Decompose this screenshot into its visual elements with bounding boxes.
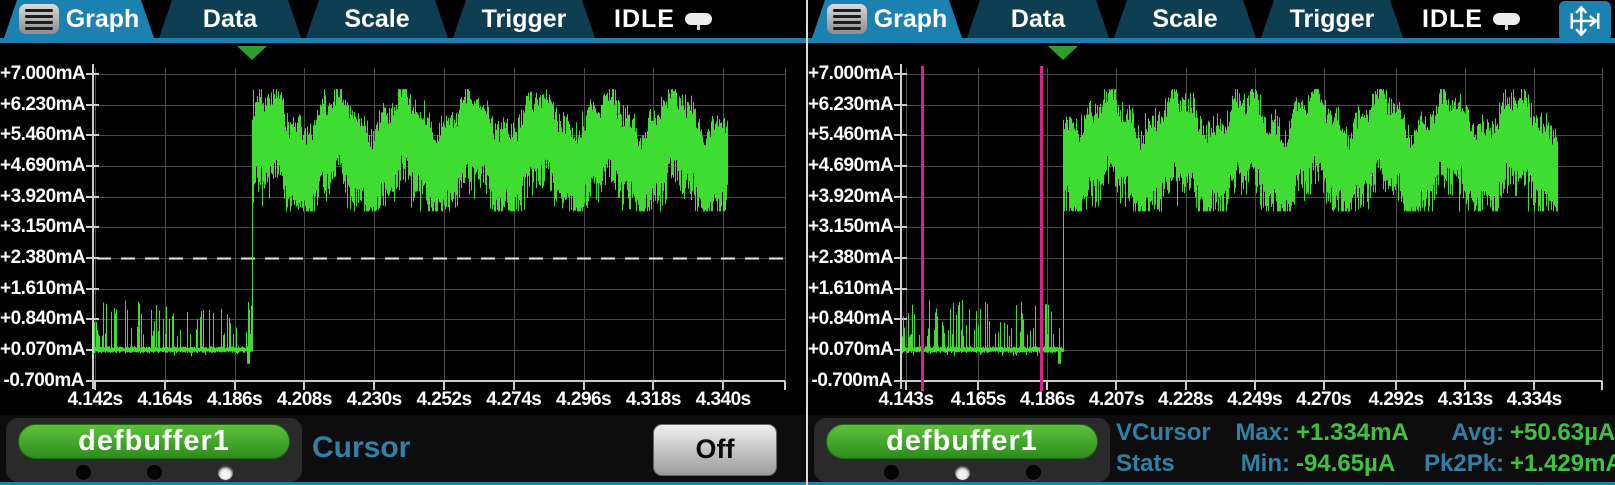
max-label: Max: bbox=[1230, 418, 1290, 448]
tab-graph-label: Graph bbox=[66, 0, 140, 38]
x-axis-tick-label: 4.340s bbox=[678, 389, 768, 411]
dual-instrument-screenshot: Graph Data Scale Trigger IDLE defbuffer1… bbox=[0, 0, 1615, 485]
cursor-stats-readout: VCursor Max: +1.334mA Avg: +50.63µA Stat… bbox=[1116, 418, 1615, 479]
tab-trigger[interactable]: Trigger bbox=[453, 0, 595, 38]
y-axis-tick-label: +3.150mA bbox=[0, 216, 84, 238]
tab-bar: Graph Data Scale Trigger IDLE bbox=[0, 0, 806, 43]
output-off-icon bbox=[685, 13, 712, 25]
swipe-page-dots[interactable] bbox=[6, 465, 302, 480]
y-axis-tick-label: +3.150mA bbox=[808, 216, 892, 238]
output-off-icon bbox=[1493, 13, 1520, 25]
y-axis-tick-label: +6.230mA bbox=[0, 94, 84, 116]
avg-label: Avg: bbox=[1424, 418, 1504, 448]
tab-trigger[interactable]: Trigger bbox=[1261, 0, 1403, 38]
trigger-state-indicator: IDLE bbox=[614, 0, 712, 38]
x-axis-tick-label: 4.334s bbox=[1489, 389, 1579, 411]
y-axis-tick-label: +0.070mA bbox=[808, 339, 892, 361]
avg-value: +50.63µA bbox=[1506, 418, 1615, 448]
swipe-bar: defbuffer1 Cursor Off bbox=[0, 415, 806, 485]
y-axis-tick-label: +5.460mA bbox=[808, 124, 892, 146]
y-axis-tick-label: +1.610mA bbox=[0, 278, 84, 300]
trigger-state-indicator: IDLE bbox=[1422, 0, 1520, 38]
cursor-off-button[interactable]: Off bbox=[653, 424, 777, 476]
y-axis-tick-label: +0.070mA bbox=[0, 339, 84, 361]
y-axis-tick-label: +7.000mA bbox=[0, 63, 84, 85]
tab-scale[interactable]: Scale bbox=[1114, 0, 1256, 38]
y-axis-tick-label: +3.920mA bbox=[0, 186, 84, 208]
y-axis-tick-label: +7.000mA bbox=[808, 63, 892, 85]
y-axis-tick-label: +0.840mA bbox=[0, 308, 84, 330]
graph-plot-canvas[interactable] bbox=[0, 0, 806, 415]
pk2pk-value: +1.429mA bbox=[1506, 449, 1615, 479]
buffer-name-button[interactable]: defbuffer1 bbox=[18, 424, 290, 459]
page-dot[interactable] bbox=[955, 465, 970, 480]
y-axis-tick-label: +3.920mA bbox=[808, 186, 892, 208]
hamburger-menu-icon[interactable] bbox=[19, 4, 59, 34]
swipe-bar: defbuffer1 VCursor Max: +1.334mA Avg: +5… bbox=[808, 415, 1615, 485]
y-axis-tick-label: +1.610mA bbox=[808, 278, 892, 300]
trigger-position-marker-icon bbox=[1048, 46, 1078, 60]
tab-graph[interactable]: Graph bbox=[4, 0, 154, 38]
page-dot[interactable] bbox=[1026, 465, 1041, 480]
buffer-selector[interactable]: defbuffer1 bbox=[814, 418, 1110, 482]
swipe-screen-title: Cursor bbox=[312, 431, 410, 465]
buffer-selector[interactable]: defbuffer1 bbox=[6, 418, 302, 482]
trigger-position-marker-icon bbox=[237, 46, 267, 60]
pk2pk-label: Pk2Pk: bbox=[1424, 449, 1504, 479]
page-dot[interactable] bbox=[147, 465, 162, 480]
tab-data[interactable]: Data bbox=[967, 0, 1109, 38]
buffer-name-button[interactable]: defbuffer1 bbox=[826, 424, 1098, 459]
hamburger-menu-icon[interactable] bbox=[827, 4, 867, 34]
graph-pan-zoom-button[interactable] bbox=[1559, 1, 1611, 41]
stats-group-label: VCursor bbox=[1116, 418, 1228, 448]
tab-graph-label: Graph bbox=[874, 0, 948, 38]
pan-zoom-crosshair-icon bbox=[1566, 4, 1604, 38]
y-axis-tick-label: +0.840mA bbox=[808, 308, 892, 330]
y-axis-tick-label: +6.230mA bbox=[808, 94, 892, 116]
min-label: Min: bbox=[1230, 449, 1290, 479]
tab-bar: Graph Data Scale Trigger IDLE bbox=[808, 0, 1615, 43]
page-dot[interactable] bbox=[884, 465, 899, 480]
tab-scale[interactable]: Scale bbox=[306, 0, 448, 38]
graph-plot-canvas[interactable] bbox=[808, 0, 1615, 415]
tab-graph[interactable]: Graph bbox=[812, 0, 962, 38]
y-axis-tick-label: +5.460mA bbox=[0, 124, 84, 146]
stats-group-label: Stats bbox=[1116, 449, 1228, 479]
y-axis-tick-label: +2.380mA bbox=[0, 247, 84, 269]
y-axis-tick-label: +2.380mA bbox=[808, 247, 892, 269]
swipe-page-dots[interactable] bbox=[814, 465, 1110, 480]
page-dot[interactable] bbox=[76, 465, 91, 480]
min-value: -94.65µA bbox=[1292, 449, 1408, 479]
trigger-state-label: IDLE bbox=[1422, 5, 1483, 34]
right-instrument-screen: Graph Data Scale Trigger IDLE defbuffer1 bbox=[808, 0, 1615, 485]
max-value: +1.334mA bbox=[1292, 418, 1408, 448]
left-instrument-screen: Graph Data Scale Trigger IDLE defbuffer1… bbox=[0, 0, 806, 485]
y-axis-tick-label: +4.690mA bbox=[808, 155, 892, 177]
tab-data[interactable]: Data bbox=[159, 0, 301, 38]
y-axis-tick-label: +4.690mA bbox=[0, 155, 84, 177]
page-dot[interactable] bbox=[218, 465, 233, 480]
trigger-state-label: IDLE bbox=[614, 5, 675, 34]
